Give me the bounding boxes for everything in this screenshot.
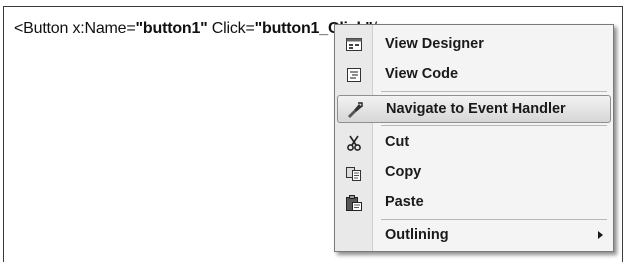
menu-separator	[381, 91, 607, 92]
menu-item-label: Cut	[385, 134, 410, 150]
menu-item-copy[interactable]: Copy	[337, 159, 611, 187]
navigate-event-handler-icon	[346, 101, 364, 119]
menu-item-navigate-to-event-handler[interactable]: Navigate to Event Handler	[337, 95, 611, 123]
menu-item-cut[interactable]: Cut	[337, 129, 611, 157]
click-attr: Click=	[207, 20, 255, 37]
name-value: "button1"	[135, 20, 208, 37]
menu-separator	[381, 125, 607, 126]
menu-item-label: View Designer	[385, 36, 484, 52]
submenu-arrow-icon	[598, 231, 603, 239]
scissors-icon	[345, 134, 363, 152]
paste-icon	[345, 194, 363, 212]
context-menu: View Designer View Code Navigate to Even…	[334, 24, 614, 252]
menu-item-outlining[interactable]: Outlining	[337, 222, 611, 250]
menu-item-label: View Code	[385, 66, 459, 82]
menu-item-paste[interactable]: Paste	[337, 189, 611, 217]
copy-icon	[345, 164, 363, 182]
code-prefix: <Button x:Name=	[14, 20, 136, 37]
menu-item-label: Paste	[385, 194, 424, 210]
menu-item-view-designer[interactable]: View Designer	[337, 31, 611, 59]
view-code-icon	[345, 66, 363, 84]
menu-item-label: Navigate to Event Handler	[386, 101, 566, 117]
menu-separator	[381, 219, 607, 220]
menu-item-view-code[interactable]: View Code	[337, 61, 611, 89]
menu-item-label: Copy	[385, 164, 422, 180]
code-line[interactable]: <Button x:Name="button1" Click="button1_…	[14, 20, 386, 38]
view-designer-icon	[345, 36, 363, 54]
menu-item-label: Outlining	[385, 227, 449, 243]
